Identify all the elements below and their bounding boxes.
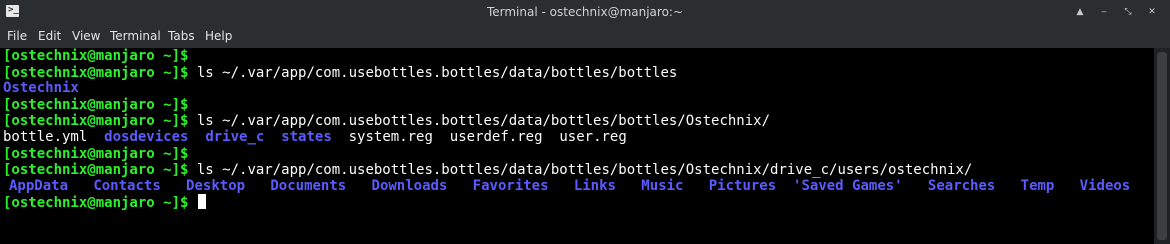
directory-entry: Documents (270, 178, 347, 194)
menu-help[interactable]: Help (205, 28, 232, 44)
maximize-button[interactable]: ⤡ (1121, 4, 1135, 20)
menu-tabs[interactable]: Tabs (168, 28, 195, 44)
terminal-line: [ostechnix@manjaro ~]$ (3, 146, 188, 163)
menu-bar: File Edit View Terminal Tabs Help (0, 24, 1170, 48)
terminal-window: >_ Terminal - ostechnix@manjaro:~ ▲ ‒ ⤡ … (0, 0, 1170, 244)
terminal-line: Ostechnix (3, 80, 79, 97)
directory-entry: 'Saved Games' (793, 178, 903, 194)
menu-file[interactable]: File (7, 28, 27, 44)
directory-entry: Favorites (472, 178, 549, 194)
file-entry: user.reg (559, 129, 627, 145)
shell-prompt: [ostechnix@manjaro ~]$ (3, 97, 189, 113)
shell-prompt: [ostechnix@manjaro ~]$ (3, 162, 189, 178)
menu-edit[interactable]: Edit (38, 28, 61, 44)
directory-entry: Music (641, 178, 684, 194)
window-title: Terminal - ostechnix@manjaro:~ (486, 5, 684, 19)
close-button[interactable]: ✕ (1145, 4, 1159, 20)
menu-terminal[interactable]: Terminal (110, 28, 161, 44)
shell-prompt: [ostechnix@manjaro ~]$ (3, 65, 189, 81)
directory-entry: Desktop (186, 178, 246, 194)
shell-prompt: [ostechnix@manjaro ~]$ (3, 146, 189, 162)
shell-prompt: [ostechnix@manjaro ~]$ (3, 195, 189, 211)
minimize-button[interactable]: ‒ (1097, 4, 1111, 20)
command-text: ls ~/.var/app/com.usebottles.bottles/dat… (188, 113, 771, 129)
terminal-line: AppData Contacts Desktop Documents Downl… (9, 178, 1130, 195)
terminal-line: [ostechnix@manjaro ~]$ ls ~/.var/app/com… (3, 113, 770, 130)
menu-view[interactable]: View (72, 28, 100, 44)
file-entry: bottle.yml (3, 129, 88, 145)
directory-entry: Downloads (371, 178, 448, 194)
directory-entry: dosdevices (104, 129, 189, 145)
terminal-line: [ostechnix@manjaro ~]$ (3, 97, 188, 114)
terminal-line: [ostechnix@manjaro ~]$ ls ~/.var/app/com… (3, 162, 972, 179)
directory-entry: Searches (927, 178, 996, 194)
directory-entry: Videos (1079, 178, 1131, 194)
directory-entry: states (281, 129, 332, 145)
directory-entry: Ostechnix (3, 80, 79, 96)
file-entry: userdef.reg (449, 129, 543, 145)
command-text: ls ~/.var/app/com.usebottles.bottles/dat… (188, 162, 973, 178)
directory-entry: Pictures (708, 178, 777, 194)
keep-above-button[interactable]: ▲ (1073, 4, 1087, 20)
command-text: ls ~/.var/app/com.usebottles.bottles/dat… (188, 65, 678, 81)
terminal-output[interactable]: [ostechnix@manjaro ~]$ [ostechnix@manjar… (0, 48, 1154, 244)
scrollbar-thumb[interactable] (1157, 52, 1167, 240)
directory-entry: Temp (1020, 178, 1055, 194)
shell-prompt: [ostechnix@manjaro ~]$ (3, 48, 189, 64)
terminal-line: [ostechnix@manjaro ~]$ ls ~/.var/app/com… (3, 65, 677, 82)
shell-prompt: [ostechnix@manjaro ~]$ (3, 113, 189, 129)
title-bar[interactable]: >_ Terminal - ostechnix@manjaro:~ ▲ ‒ ⤡ … (0, 0, 1170, 24)
directory-entry: AppData (9, 178, 69, 194)
directory-entry: Links (573, 178, 616, 194)
text-cursor (197, 194, 206, 209)
directory-entry: Contacts (93, 178, 161, 194)
file-entry: system.reg (348, 129, 433, 145)
command-text (188, 195, 196, 211)
directory-entry: drive_c (205, 129, 265, 145)
terminal-line: [ostechnix@manjaro ~]$ (3, 48, 188, 65)
terminal-line: bottle.yml dosdevices drive_c states sys… (3, 129, 627, 146)
terminal-line: [ostechnix@manjaro ~]$ (3, 194, 206, 211)
